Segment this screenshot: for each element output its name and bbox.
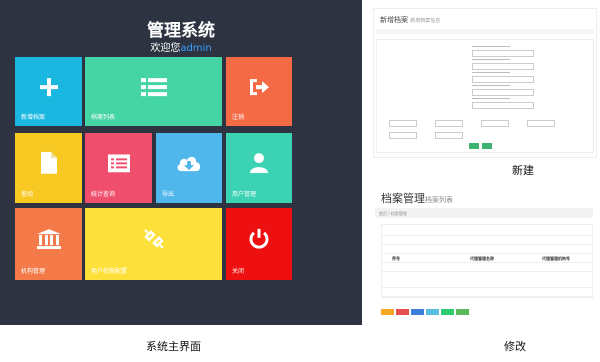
- toolbar-strip: [376, 29, 594, 34]
- panel-title: 档案管理档案列表: [381, 190, 453, 206]
- new-archive-panel: 新增档案 新增档案信息: [373, 8, 597, 158]
- tile-logout[interactable]: 注销: [226, 57, 292, 126]
- save-button[interactable]: [469, 143, 479, 149]
- action-button[interactable]: [426, 309, 439, 315]
- plus-icon: [15, 77, 82, 101]
- form-icon: [85, 154, 152, 176]
- tile-label: 统计查询: [91, 191, 116, 198]
- panel-subtitle: 新增档案信息: [410, 18, 441, 24]
- tile-label: 用户权限配置: [91, 268, 128, 275]
- header-cell: 序号: [392, 256, 400, 261]
- tile-label: 机构管理: [21, 268, 46, 275]
- field-label: [472, 72, 510, 73]
- caption-main: 系统主界面: [146, 340, 201, 353]
- table-header: 序号 代理管理名称 代理管理机构号: [382, 254, 592, 263]
- tile-export[interactable]: 导出: [156, 133, 222, 203]
- field-label: [472, 46, 510, 47]
- tile-label: 用户管理: [232, 191, 257, 198]
- table-row: [382, 279, 592, 288]
- archive-table: 序号 代理管理名称 代理管理机构号: [381, 224, 593, 298]
- tile-label: 注销: [232, 114, 245, 121]
- cloud-download-icon: [156, 153, 222, 177]
- panel-title-text: 新增档案: [380, 16, 408, 24]
- logout-icon: [226, 77, 292, 101]
- form-input[interactable]: [472, 50, 534, 57]
- form-input[interactable]: [472, 102, 534, 109]
- table-row: [382, 245, 592, 254]
- action-button[interactable]: [381, 309, 394, 315]
- breadcrumb: 首页 / 档案管理: [375, 208, 593, 218]
- form-input[interactable]: [435, 132, 463, 139]
- tile-archive-list[interactable]: 档案列表: [85, 57, 222, 126]
- caption-new: 新建: [512, 164, 534, 177]
- action-button[interactable]: [411, 309, 424, 315]
- form-input[interactable]: [527, 120, 555, 127]
- form-input[interactable]: [389, 120, 417, 127]
- table-row: [382, 227, 592, 236]
- dashboard-title: 管理系统: [147, 21, 215, 41]
- welcome-text: 欢迎您admin: [0, 39, 362, 54]
- dashboard-panel: 管理系统 欢迎您admin 新增档案 档案列表 注销 查阅 统计查询 导出 用户…: [0, 0, 362, 325]
- archive-list-panel: 档案管理档案列表 首页 / 档案管理 序号 代理管理名称 代理管理机构号: [373, 186, 595, 322]
- welcome-prefix: 欢迎您: [150, 43, 181, 54]
- form-input[interactable]: [389, 132, 417, 139]
- caption-edit: 修改: [504, 340, 526, 353]
- header-cell: 代理管理机构号: [542, 256, 570, 261]
- header-cell: 代理管理名称: [470, 256, 494, 261]
- field-label: [472, 59, 510, 60]
- tile-label: 档案列表: [91, 114, 116, 121]
- field-label: [472, 98, 510, 99]
- tile-view[interactable]: 查阅: [15, 133, 82, 203]
- list-icon: [85, 77, 222, 101]
- tile-label: 新增档案: [21, 114, 46, 121]
- form-input[interactable]: [472, 63, 534, 70]
- submit-button[interactable]: [482, 143, 492, 149]
- tile-label: 导出: [162, 191, 175, 198]
- tile-org-management[interactable]: 机构管理: [15, 208, 82, 280]
- new-archive-form: [376, 39, 594, 153]
- user-icon: [226, 153, 292, 177]
- unlink-icon: [85, 228, 222, 254]
- tile-statistics[interactable]: 统计查询: [85, 133, 152, 203]
- tile-label: 查阅: [21, 191, 34, 198]
- tile-new-archive[interactable]: 新增档案: [15, 57, 82, 126]
- tile-user-management[interactable]: 用户管理: [226, 133, 292, 203]
- form-input[interactable]: [472, 76, 534, 83]
- table-row: [382, 236, 592, 245]
- panel-title: 新增档案 新增档案信息: [380, 15, 440, 25]
- form-input[interactable]: [472, 89, 534, 96]
- tile-label: 关闭: [232, 268, 245, 275]
- power-icon: [226, 228, 292, 254]
- table-row: [382, 288, 592, 297]
- field-label: [472, 85, 510, 86]
- bank-icon: [15, 229, 82, 253]
- document-icon: [15, 151, 82, 178]
- tile-permission-config[interactable]: 用户权限配置: [85, 208, 222, 280]
- form-input[interactable]: [481, 120, 509, 127]
- action-button[interactable]: [456, 309, 469, 315]
- tile-close[interactable]: 关闭: [226, 208, 292, 280]
- table-row: [382, 263, 592, 272]
- action-button[interactable]: [441, 309, 454, 315]
- panel-title-text: 档案管理: [381, 192, 425, 205]
- panel-subtitle: 档案列表: [425, 196, 453, 204]
- form-input[interactable]: [435, 120, 463, 127]
- current-user: admin: [180, 43, 212, 54]
- action-button[interactable]: [396, 309, 409, 315]
